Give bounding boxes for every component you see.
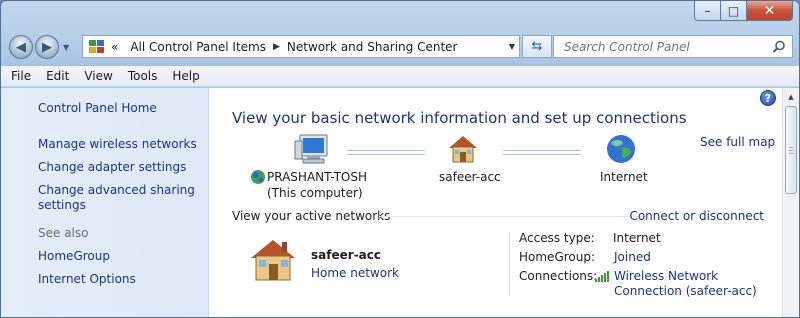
- left-task-pane: Control Panel Home Manage wireless netwo…: [1, 88, 209, 317]
- recent-pages-dropdown-icon[interactable]: ▼: [63, 43, 69, 52]
- back-arrow-icon: ◀: [16, 39, 26, 55]
- manage-wireless-networks-link[interactable]: Manage wireless networks: [38, 137, 198, 152]
- internet-map-label: Internet: [600, 170, 648, 184]
- scroll-up-arrow-icon[interactable]: ▲: [783, 88, 799, 105]
- home-network-large-icon[interactable]: [249, 238, 297, 282]
- access-type-value: Internet: [613, 231, 661, 245]
- menu-bar: File Edit View Tools Help: [1, 65, 799, 87]
- caption-buttons: – □ ✕: [694, 1, 793, 21]
- control-panel-home-link[interactable]: Control Panel Home: [38, 101, 198, 116]
- map-connection-line: [503, 150, 581, 155]
- page-heading: View your basic network information and …: [232, 109, 687, 127]
- search-box[interactable]: [553, 35, 793, 58]
- map-connection-line: [347, 150, 425, 155]
- home-network-icon[interactable]: [447, 134, 479, 164]
- network-globe-small-icon: [251, 170, 265, 184]
- vertical-divider: [509, 232, 510, 296]
- homegroup-joined-link[interactable]: Joined: [614, 250, 651, 265]
- homegroup-label: HomeGroup:: [519, 250, 596, 264]
- main-content-pane: ? View your basic network information an…: [209, 88, 782, 317]
- breadcrumb-network-and-sharing-center[interactable]: Network and Sharing Center: [287, 40, 458, 54]
- navigation-bar: ◀ ▶ ▼ « All Control Panel Items ▶ Networ…: [9, 33, 793, 61]
- section-divider: [379, 216, 647, 217]
- connections-label: Connections:: [519, 269, 598, 283]
- address-bar[interactable]: « All Control Panel Items ▶ Network and …: [82, 35, 520, 58]
- computer-icon: [294, 134, 328, 164]
- menu-edit[interactable]: Edit: [46, 69, 69, 83]
- active-networks-heading: View your active networks: [232, 209, 391, 223]
- breadcrumb-chevron[interactable]: «: [111, 40, 118, 54]
- explorer-window: – □ ✕ ◀ ▶ ▼ « All Control Panel Items ▶ …: [0, 0, 800, 318]
- internet-globe-icon[interactable]: [605, 133, 637, 165]
- see-also-heading: See also: [38, 226, 89, 240]
- this-computer-label: (This computer): [267, 186, 363, 200]
- homegroup-link[interactable]: HomeGroup: [38, 249, 198, 264]
- menu-tools[interactable]: Tools: [128, 69, 158, 83]
- change-advanced-sharing-settings-link[interactable]: Change advanced sharing settings: [38, 183, 198, 213]
- network-map-label: safeer-acc: [439, 170, 501, 184]
- scrollbar-thumb[interactable]: [785, 106, 797, 194]
- forward-button[interactable]: ▶: [35, 35, 59, 59]
- menu-view[interactable]: View: [84, 69, 112, 83]
- breadcrumb-separator-icon[interactable]: ▶: [273, 42, 280, 52]
- address-dropdown-icon[interactable]: ▼: [509, 42, 515, 51]
- forward-arrow-icon: ▶: [42, 39, 52, 55]
- wireless-connection-link[interactable]: Wireless Network Connection (safeer-acc): [614, 269, 764, 299]
- close-button[interactable]: ✕: [747, 1, 793, 21]
- active-network-name: safeer-acc: [311, 248, 381, 262]
- change-adapter-settings-link[interactable]: Change adapter settings: [38, 160, 198, 175]
- vertical-scrollbar[interactable]: ▲: [782, 88, 799, 317]
- menu-file[interactable]: File: [11, 69, 31, 83]
- breadcrumb-all-control-panel-items[interactable]: All Control Panel Items: [130, 40, 266, 54]
- network-type-link[interactable]: Home network: [311, 266, 399, 280]
- maximize-button[interactable]: □: [721, 1, 747, 21]
- see-full-map-link[interactable]: See full map: [700, 135, 775, 149]
- computer-name-label: PRASHANT-TOSH: [267, 170, 367, 184]
- scrollbar-grip-icon: [789, 147, 793, 154]
- connect-or-disconnect-link[interactable]: Connect or disconnect: [629, 209, 764, 223]
- access-type-label: Access type:: [519, 231, 595, 245]
- back-button[interactable]: ◀: [9, 35, 33, 59]
- control-panel-icon: [89, 39, 104, 53]
- search-icon[interactable]: [772, 40, 786, 54]
- minimize-button[interactable]: –: [694, 1, 721, 21]
- menu-help[interactable]: Help: [172, 69, 199, 83]
- internet-options-link[interactable]: Internet Options: [38, 272, 198, 287]
- refresh-icon: ⇆: [531, 39, 543, 54]
- wireless-signal-icon: [595, 271, 609, 282]
- help-icon[interactable]: ?: [760, 90, 776, 106]
- refresh-button[interactable]: ⇆: [522, 35, 552, 58]
- search-input[interactable]: [564, 39, 764, 54]
